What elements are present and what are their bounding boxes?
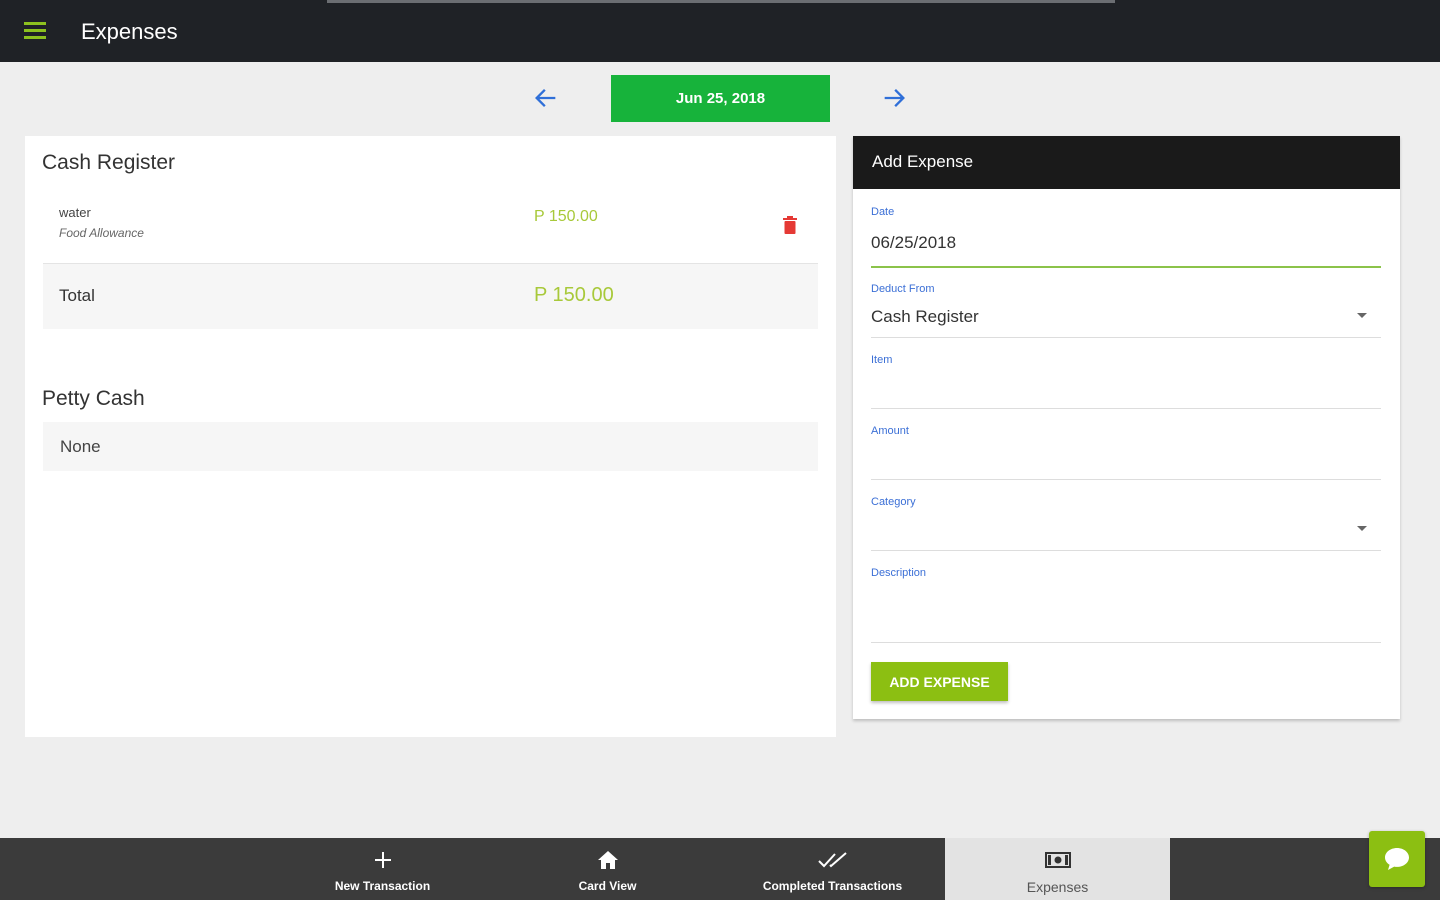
item-label: Item: [871, 354, 893, 366]
expense-item: water Food Allowance: [59, 205, 144, 240]
description-label: Description: [871, 567, 927, 579]
expense-item-category: Food Allowance: [59, 226, 144, 240]
petty-cash-empty-row: None: [43, 422, 818, 471]
category-label: Category: [871, 496, 916, 508]
cash-register-total-row: Total P 150.00: [43, 263, 818, 329]
date-field[interactable]: Date 06/25/2018: [871, 206, 1381, 268]
plus-icon: [270, 848, 495, 872]
expense-item-amount: P 150.00: [534, 208, 598, 225]
menu-icon[interactable]: [24, 22, 50, 42]
add-expense-panel: Add Expense Date 06/25/2018 Deduct From …: [853, 136, 1400, 719]
tab-label: Completed Transactions: [762, 879, 903, 893]
description-field[interactable]: Description: [871, 567, 1381, 643]
expenses-list-panel: Cash Register water Food Allowance P 150…: [25, 136, 836, 737]
bottom-navigation: New Transaction Card View Completed Tran…: [0, 838, 1440, 900]
amount-label: Amount: [871, 425, 909, 437]
cash-register-title: Cash Register: [42, 151, 176, 174]
status-strip: [327, 0, 1115, 3]
current-date-button[interactable]: Jun 25, 2018: [611, 75, 830, 122]
date-value[interactable]: 06/25/2018: [871, 233, 956, 253]
total-label: Total: [59, 286, 95, 305]
deduct-from-select[interactable]: Deduct From Cash Register: [871, 283, 1381, 338]
chat-bubble-icon[interactable]: [1369, 831, 1425, 887]
home-icon: [495, 848, 720, 872]
next-date-arrow-icon[interactable]: [880, 84, 908, 112]
dropdown-caret-icon: [1357, 313, 1367, 318]
tab-new-transaction[interactable]: New Transaction: [270, 838, 495, 900]
expense-item-name: water: [59, 205, 91, 220]
tab-label: Card View: [578, 879, 637, 893]
tab-label: New Transaction: [334, 879, 431, 893]
money-icon: [945, 848, 1170, 872]
double-check-icon: [720, 848, 945, 872]
tab-card-view[interactable]: Card View: [495, 838, 720, 900]
deduct-from-label: Deduct From: [871, 283, 935, 295]
petty-cash-empty-text: None: [60, 437, 101, 456]
prev-date-arrow-icon[interactable]: [532, 84, 560, 112]
deduct-from-value: Cash Register: [871, 307, 979, 326]
dropdown-caret-icon: [1357, 526, 1367, 531]
category-select[interactable]: Category: [871, 496, 1381, 551]
petty-cash-title: Petty Cash: [42, 387, 145, 410]
app-bar: Expenses: [0, 0, 1440, 62]
tab-completed-transactions[interactable]: Completed Transactions: [720, 838, 945, 900]
add-expense-header: Add Expense: [853, 136, 1400, 189]
amount-field[interactable]: Amount: [871, 425, 1381, 480]
date-label: Date: [871, 206, 895, 218]
page-title: Expenses: [81, 19, 178, 44]
tab-expenses[interactable]: Expenses: [945, 838, 1170, 900]
add-expense-button[interactable]: ADD EXPENSE: [871, 662, 1008, 701]
item-field[interactable]: Item: [871, 354, 1381, 409]
add-expense-title: Add Expense: [872, 152, 974, 171]
total-amount: P 150.00: [534, 284, 614, 306]
delete-trash-icon[interactable]: [782, 216, 798, 234]
tab-label: Expenses: [1026, 879, 1089, 895]
